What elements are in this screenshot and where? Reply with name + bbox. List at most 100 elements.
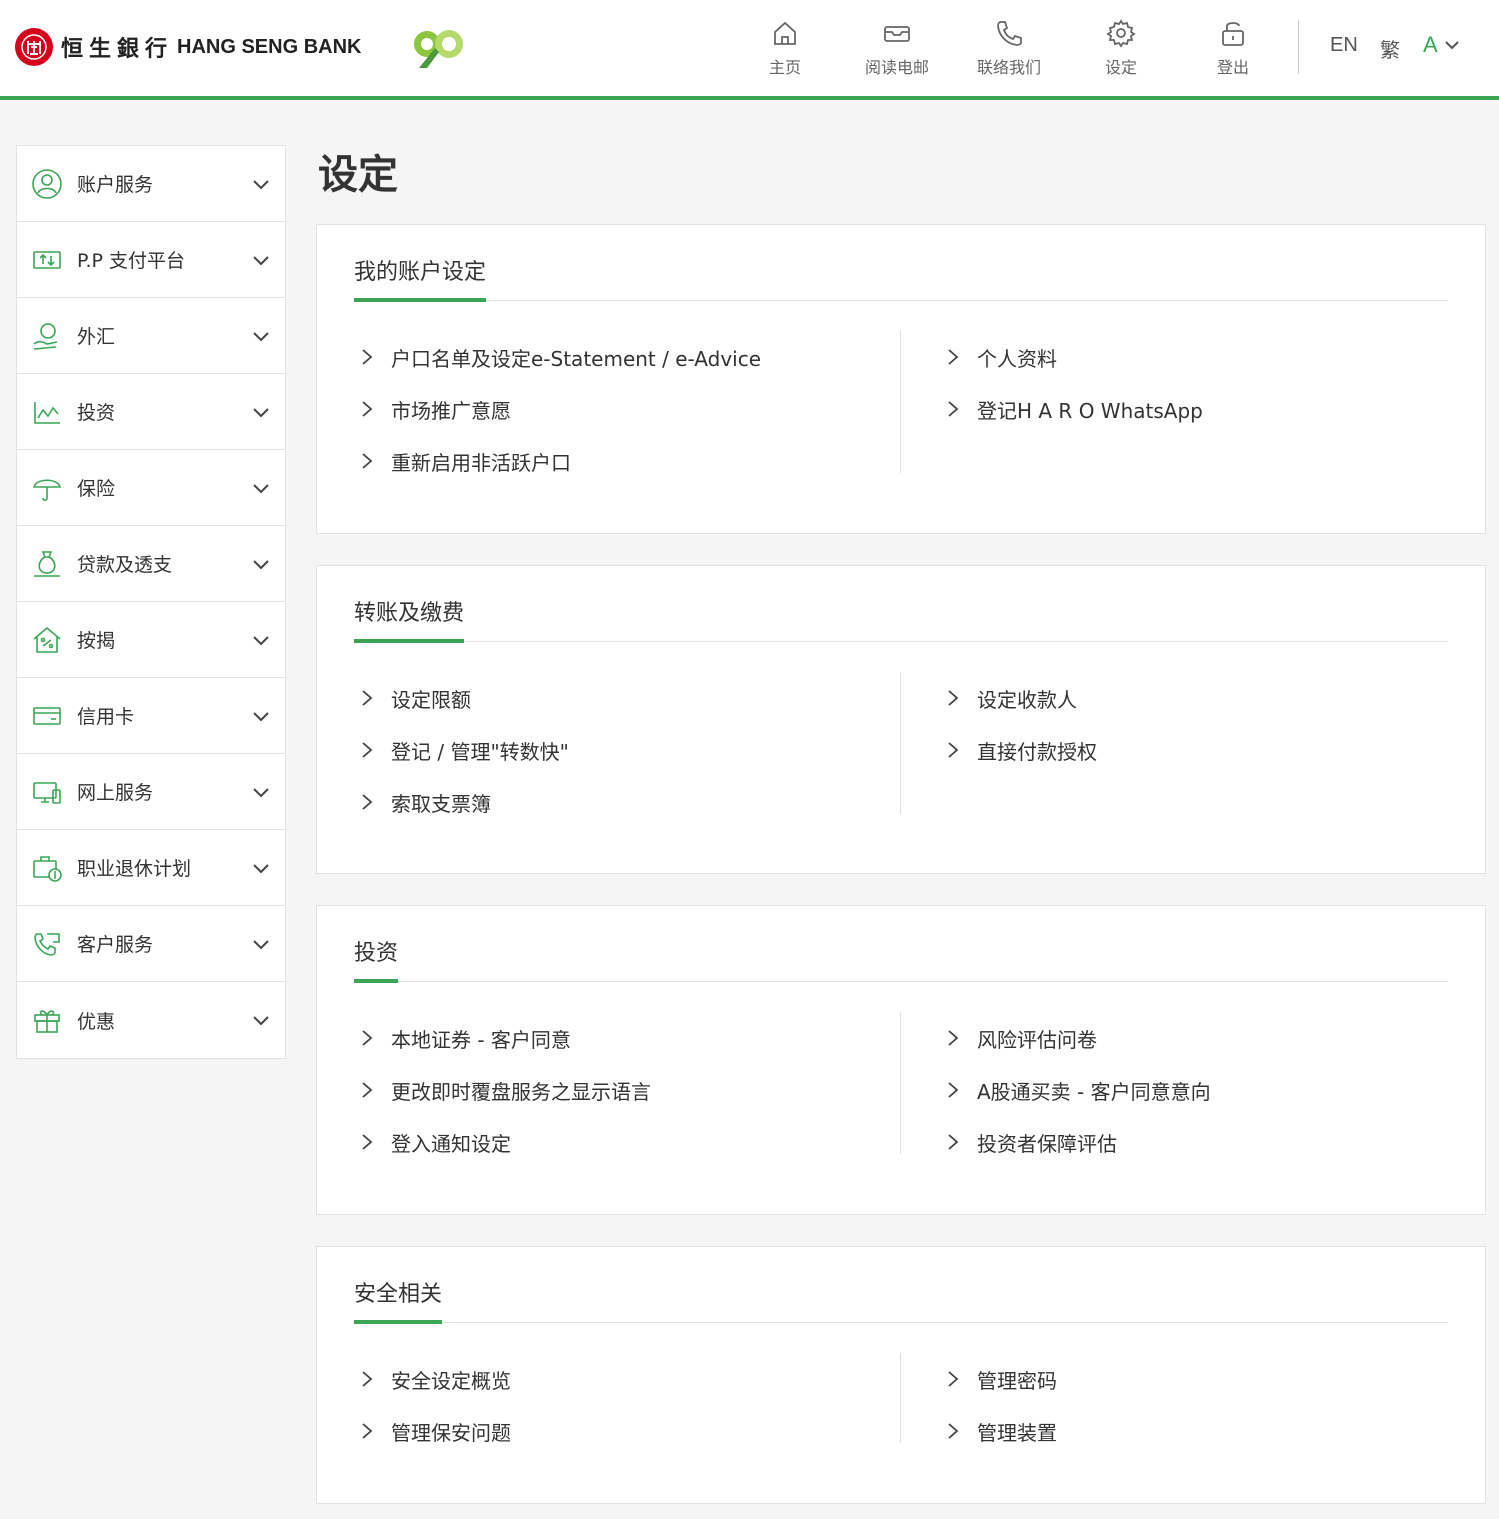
chevron-down-icon bbox=[253, 712, 269, 722]
link-login-notification[interactable]: 登入通知设定 bbox=[360, 1116, 651, 1168]
bank-logo-mark-icon bbox=[15, 28, 53, 66]
link-label: 管理密码 bbox=[977, 1368, 1057, 1393]
link-security-questions[interactable]: 管理保安问题 bbox=[360, 1405, 511, 1457]
link-a-share-consent[interactable]: A股通买卖 - 客户同意意向 bbox=[946, 1064, 1211, 1116]
link-personal-info[interactable]: 个人资料 bbox=[946, 331, 1203, 383]
link-label: 登记H A R O WhatsApp bbox=[977, 398, 1203, 423]
section-header: 安全相关 bbox=[354, 1247, 1448, 1324]
link-haro-whatsapp[interactable]: 登记H A R O WhatsApp bbox=[946, 383, 1203, 435]
link-manage-password[interactable]: 管理密码 bbox=[946, 1353, 1057, 1405]
column-divider bbox=[900, 1012, 901, 1154]
sidebar-item-label: 账户服务 bbox=[77, 174, 154, 196]
sidebar-item-customer-service[interactable]: 客户服务 bbox=[17, 906, 285, 982]
link-marketing-preference[interactable]: 市场推广意愿 bbox=[360, 383, 761, 435]
user-circle-icon bbox=[32, 168, 62, 199]
chevron-down-icon bbox=[253, 560, 269, 570]
brand-name-en: HANG SENG BANK bbox=[177, 35, 362, 58]
section-security: 安全相关 安全设定概览 管理保安问题 管理密码 管理装置 bbox=[316, 1246, 1486, 1504]
sidebar-item-label: 网上服务 bbox=[77, 782, 154, 804]
section-title: 我的账户设定 bbox=[354, 254, 487, 302]
section-right-column: 风险评估问卷 A股通买卖 - 客户同意意向 投资者保障评估 bbox=[946, 1012, 1211, 1168]
phone-support-icon bbox=[34, 932, 60, 956]
chevron-right-icon bbox=[362, 349, 373, 365]
anniversary-90-logo-icon bbox=[414, 30, 463, 68]
nav-settings-label: 设定 bbox=[1104, 58, 1137, 77]
font-size-selector[interactable]: A bbox=[1423, 32, 1460, 58]
section-transfer-payment: 转账及缴费 设定限额 登记 / 管理"转数快" 索取支票簿 设定收款人 直接付款… bbox=[316, 565, 1486, 874]
top-nav: 主页 阅读电邮 联络我们 设定 登出 bbox=[729, 18, 1289, 78]
sidebar-item-mortgage[interactable]: 按揭 bbox=[17, 602, 285, 678]
chevron-down-icon bbox=[253, 332, 269, 342]
link-reactivate-account[interactable]: 重新启用非活跃户口 bbox=[360, 435, 761, 487]
link-risk-questionnaire[interactable]: 风险评估问卷 bbox=[946, 1012, 1211, 1064]
column-divider bbox=[900, 331, 901, 473]
sidebar-item-online-services[interactable]: 网上服务 bbox=[17, 754, 285, 830]
sidebar-item-fx[interactable]: 外汇 bbox=[17, 298, 285, 374]
link-label: 登记 / 管理"转数快" bbox=[391, 739, 569, 764]
nav-read-mail[interactable]: 阅读电邮 bbox=[841, 18, 953, 78]
page-title: 设定 bbox=[318, 152, 398, 198]
sidebar-item-label: 外汇 bbox=[77, 326, 116, 348]
chevron-right-icon bbox=[948, 1082, 959, 1098]
link-manage-fps[interactable]: 登记 / 管理"转数快" bbox=[360, 724, 569, 776]
chevron-down-icon bbox=[253, 484, 269, 494]
chevron-down-icon bbox=[253, 408, 269, 418]
sidebar-menu: 账户服务 P.P 支付平台 外汇 投资 保险 贷款及透支 按揭 信用卡 网上服务 bbox=[16, 145, 286, 1059]
link-account-list-estatement[interactable]: 户口名单及设定e-Statement / e-Advice bbox=[360, 331, 761, 383]
sidebar-item-mpf[interactable]: 职业退休计划 bbox=[17, 830, 285, 906]
chevron-down-icon bbox=[253, 1016, 269, 1026]
chevron-right-icon bbox=[948, 1423, 959, 1439]
link-set-payee[interactable]: 设定收款人 bbox=[946, 672, 1097, 724]
link-local-securities-consent[interactable]: 本地证券 - 客户同意 bbox=[360, 1012, 651, 1064]
chevron-right-icon bbox=[948, 1371, 959, 1387]
chevron-down-icon bbox=[253, 788, 269, 798]
bank-logo[interactable]: 恒生銀行 HANG SENG BANK bbox=[15, 27, 361, 67]
lang-tc-link[interactable]: 繁 bbox=[1380, 34, 1400, 63]
section-title: 安全相关 bbox=[354, 1276, 443, 1324]
nav-settings[interactable]: 设定 bbox=[1065, 18, 1177, 78]
chevron-right-icon bbox=[362, 742, 373, 758]
link-label: 个人资料 bbox=[977, 346, 1057, 371]
top-header: 恒生銀行 HANG SENG BANK 主页 阅读电邮 联络我们 设定 登出 E… bbox=[0, 0, 1499, 100]
sidebar-item-investment[interactable]: 投资 bbox=[17, 374, 285, 450]
sidebar-item-insurance[interactable]: 保险 bbox=[17, 450, 285, 526]
link-security-overview[interactable]: 安全设定概览 bbox=[360, 1353, 511, 1405]
link-label: 安全设定概览 bbox=[391, 1368, 511, 1393]
link-set-limit[interactable]: 设定限额 bbox=[360, 672, 569, 724]
section-left-column: 设定限额 登记 / 管理"转数快" 索取支票簿 bbox=[360, 672, 569, 828]
link-label: A股通买卖 - 客户同意意向 bbox=[977, 1079, 1211, 1104]
chevron-right-icon bbox=[948, 1030, 959, 1046]
sidebar-item-label: 贷款及透支 bbox=[77, 554, 173, 576]
sidebar-item-credit-card[interactable]: 信用卡 bbox=[17, 678, 285, 754]
nav-home[interactable]: 主页 bbox=[729, 18, 841, 78]
sidebar-item-label: 保险 bbox=[77, 478, 116, 500]
link-manage-devices[interactable]: 管理装置 bbox=[946, 1405, 1057, 1457]
fx-icon bbox=[33, 322, 58, 350]
unlock-icon bbox=[1222, 22, 1244, 46]
chevron-right-icon bbox=[362, 794, 373, 810]
link-label: 重新启用非活跃户口 bbox=[391, 450, 571, 475]
header-divider bbox=[1298, 20, 1299, 74]
link-investor-protection[interactable]: 投资者保障评估 bbox=[946, 1116, 1211, 1168]
lang-en-link[interactable]: EN bbox=[1330, 34, 1358, 57]
link-direct-debit[interactable]: 直接付款授权 bbox=[946, 724, 1097, 776]
section-left-column: 户口名单及设定e-Statement / e-Advice 市场推广意愿 重新启… bbox=[360, 331, 761, 487]
sidebar-item-offers[interactable]: 优惠 bbox=[17, 982, 285, 1058]
link-label: 风险评估问卷 bbox=[977, 1027, 1097, 1052]
link-request-chequebook[interactable]: 索取支票簿 bbox=[360, 776, 569, 828]
nav-contact-us[interactable]: 联络我们 bbox=[953, 18, 1065, 78]
sidebar-item-account-services[interactable]: 账户服务 bbox=[17, 146, 285, 222]
sidebar-item-loans[interactable]: 贷款及透支 bbox=[17, 526, 285, 602]
nav-logout[interactable]: 登出 bbox=[1177, 18, 1289, 78]
section-header: 我的账户设定 bbox=[354, 225, 1448, 302]
chevron-down-icon bbox=[253, 180, 269, 190]
sidebar-item-pp-payment[interactable]: P.P 支付平台 bbox=[17, 222, 285, 298]
column-divider bbox=[900, 1353, 901, 1443]
credit-card-icon bbox=[33, 706, 61, 725]
section-header: 转账及缴费 bbox=[354, 566, 1448, 643]
link-quote-language[interactable]: 更改即时覆盘服务之显示语言 bbox=[360, 1064, 651, 1116]
nav-logout-label: 登出 bbox=[1216, 58, 1249, 77]
section-left-column: 本地证券 - 客户同意 更改即时覆盘服务之显示语言 登入通知设定 bbox=[360, 1012, 651, 1168]
house-percent-icon bbox=[33, 626, 61, 653]
gear-icon bbox=[1106, 19, 1136, 48]
